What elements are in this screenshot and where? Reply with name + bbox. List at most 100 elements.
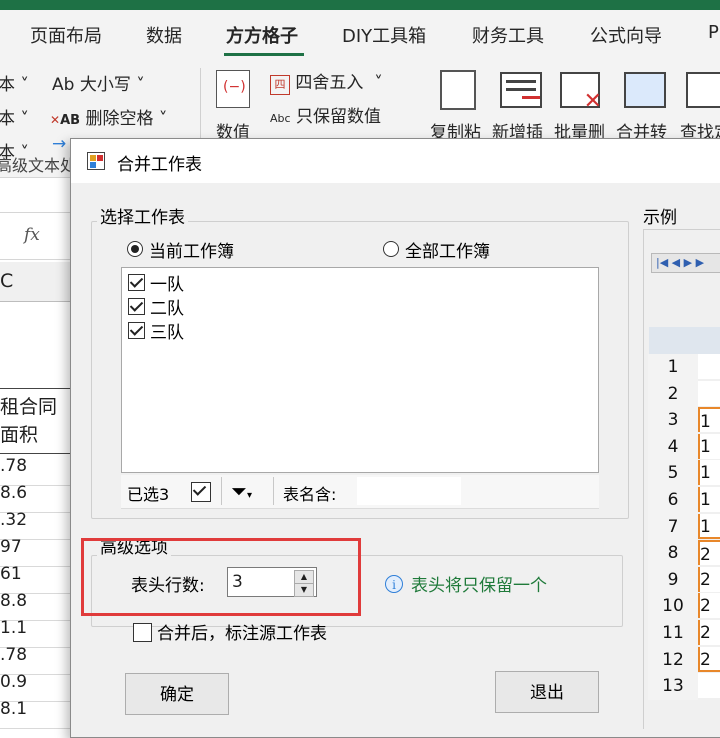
cut-dropdown-1[interactable]: 本 ˅ xyxy=(0,70,29,95)
example-cell: 1月 xyxy=(698,433,720,459)
exit-button[interactable]: 退出 xyxy=(495,671,599,713)
radio-all-workbooks-label: 全部工作簿 xyxy=(405,242,490,262)
tab-page-layout[interactable]: 页面布局 xyxy=(30,22,102,48)
round-icon: 四 xyxy=(270,75,290,95)
example-sheet-nav: |◀ ◀ ▶ ▶ xyxy=(651,253,720,273)
sheet-value-cell[interactable]: .32 xyxy=(0,510,80,540)
find-icon xyxy=(686,72,720,108)
sheet-checkbox-2[interactable] xyxy=(128,298,145,315)
example-row-number: 5 xyxy=(648,460,698,488)
example-cell xyxy=(698,380,720,406)
formula-bar: fx xyxy=(0,212,80,260)
merge-sheets-dialog: 合并工作表 选择工作表 当前工作簿 全部工作簿 一队 二队 三队 已选3 ⏷▾ … xyxy=(70,138,720,738)
sheet-value-cell[interactable]: .78 xyxy=(0,456,80,486)
radio-all-workbooks[interactable] xyxy=(383,241,399,257)
example-cell: 2月 xyxy=(698,646,720,672)
sheet-value-cell[interactable]: 8.6 xyxy=(0,483,80,513)
title-bar xyxy=(0,0,720,10)
remove-spaces-button[interactable]: ✕AB 删除空格 ˅ xyxy=(50,104,167,129)
info-icon: i xyxy=(385,575,403,593)
example-cell: 1月 xyxy=(698,460,720,486)
sheet-value-cell[interactable]: 61 xyxy=(0,564,80,594)
tab-diy-toolbox[interactable]: DIY工具箱 xyxy=(342,22,426,48)
example-row-number: 9 xyxy=(648,566,698,594)
sheet-checkbox-1[interactable] xyxy=(128,274,145,291)
example-row-number: 12 xyxy=(648,646,698,674)
fx-icon[interactable]: fx xyxy=(24,225,40,245)
example-cell xyxy=(698,354,720,379)
select-sheets-label: 选择工作表 xyxy=(97,203,188,228)
ok-button[interactable]: 确定 xyxy=(125,673,229,715)
example-row-number: 4 xyxy=(648,433,698,461)
example-row-number: 13 xyxy=(648,673,698,701)
advanced-text-group-label: 高级文本处 xyxy=(0,156,77,175)
sheet-name-2: 二队 xyxy=(150,299,184,319)
mark-source-label: 合并后，标注源工作表 xyxy=(157,624,327,644)
radio-current-workbook-label: 当前工作簿 xyxy=(149,242,234,262)
tab-more[interactable]: P xyxy=(708,22,719,43)
copy-paste-icon xyxy=(440,70,476,110)
header-hint-text: 表头将只保留一个 xyxy=(411,576,547,596)
sheet-value-cell[interactable]: .78 xyxy=(0,645,80,675)
tab-fangfang[interactable]: 方方格子 xyxy=(226,22,298,48)
header-cell-line-1: 租合同 xyxy=(0,396,58,418)
cut-dropdown-2[interactable]: 本 ˅ xyxy=(0,104,29,129)
header-cell-line-2: 面积 xyxy=(0,424,39,446)
filter-icon[interactable]: ⏷▾ xyxy=(231,479,252,503)
tab-formula-wizard[interactable]: 公式向导 xyxy=(590,22,662,48)
example-row-number: 10 xyxy=(648,593,698,621)
sheet-list[interactable]: 一队 二队 三队 xyxy=(121,267,599,473)
selected-count: 已选3 xyxy=(127,485,170,504)
example-row-number: 7 xyxy=(648,513,698,541)
sheet-value-cell[interactable]: 8.8 xyxy=(0,591,80,621)
merge-convert-icon xyxy=(624,72,666,108)
active-tab-indicator xyxy=(224,53,304,56)
dialog-title: 合并工作表 xyxy=(117,155,202,175)
header-cell[interactable]: 租合同 面积 xyxy=(0,388,80,454)
arrow-right-icon: → xyxy=(52,134,67,154)
example-cell: 2月 xyxy=(698,620,720,645)
mark-source-checkbox[interactable] xyxy=(133,623,152,642)
example-row-number: 3 xyxy=(648,407,698,435)
dialog-app-icon xyxy=(87,152,105,170)
name-contains-label: 表名含: xyxy=(283,485,337,504)
case-button[interactable]: Ab 大小写 ˅ xyxy=(52,70,145,95)
example-label: 示例 xyxy=(643,208,677,228)
sheet-name-3: 三队 xyxy=(150,323,184,343)
highlight-box xyxy=(81,538,361,616)
tab-finance-tools[interactable]: 财务工具 xyxy=(472,22,544,48)
toolbar-divider-2 xyxy=(273,477,274,505)
radio-current-workbook[interactable] xyxy=(127,241,143,257)
dialog-titlebar[interactable]: 合并工作表 xyxy=(71,139,720,183)
keep-numbers-button[interactable]: Abc 只保留数值 xyxy=(270,102,381,127)
round-button[interactable]: 四 四舍五入 ˅ xyxy=(270,68,383,95)
sheet-checkbox-3[interactable] xyxy=(128,322,145,339)
sheet-value-cell[interactable]: 97 xyxy=(0,537,80,567)
example-cell: 2月 xyxy=(698,566,720,592)
new-insert-icon xyxy=(500,72,542,108)
example-cell: 2月 xyxy=(698,593,720,619)
example-col-header xyxy=(649,327,720,355)
example-cell: 1月 xyxy=(698,407,720,433)
example-cell: 1月 xyxy=(698,487,720,512)
example-cell: 2月 xyxy=(698,540,720,566)
example-row-number: 2 xyxy=(648,380,698,408)
example-cell: 1月 xyxy=(698,513,720,539)
sheet-list-toolbar: 已选3 ⏷▾ 表名含: xyxy=(121,475,599,509)
sheet-value-cell[interactable]: 0.9 xyxy=(0,672,80,702)
tab-data[interactable]: 数据 xyxy=(146,22,182,48)
column-header-c[interactable]: C xyxy=(0,262,80,302)
example-row-number: 1 xyxy=(648,354,698,381)
example-cell xyxy=(698,673,720,699)
numeric-icon: (−) xyxy=(216,70,250,108)
column-letter: C xyxy=(0,270,14,292)
name-contains-input[interactable] xyxy=(357,477,461,505)
sheet-value-cell[interactable]: 1.1 xyxy=(0,618,80,648)
sheet-name-1: 一队 xyxy=(150,275,184,295)
select-all-checkbox[interactable] xyxy=(191,482,211,502)
example-row-number: 11 xyxy=(648,620,698,647)
ribbon-tab-bar: 页面布局 数据 方方格子 DIY工具箱 财务工具 公式向导 P xyxy=(0,10,720,60)
sheet-value-cell[interactable]: 8.1 xyxy=(0,699,80,729)
example-row-number: 8 xyxy=(648,540,698,568)
example-row-number: 6 xyxy=(648,487,698,514)
